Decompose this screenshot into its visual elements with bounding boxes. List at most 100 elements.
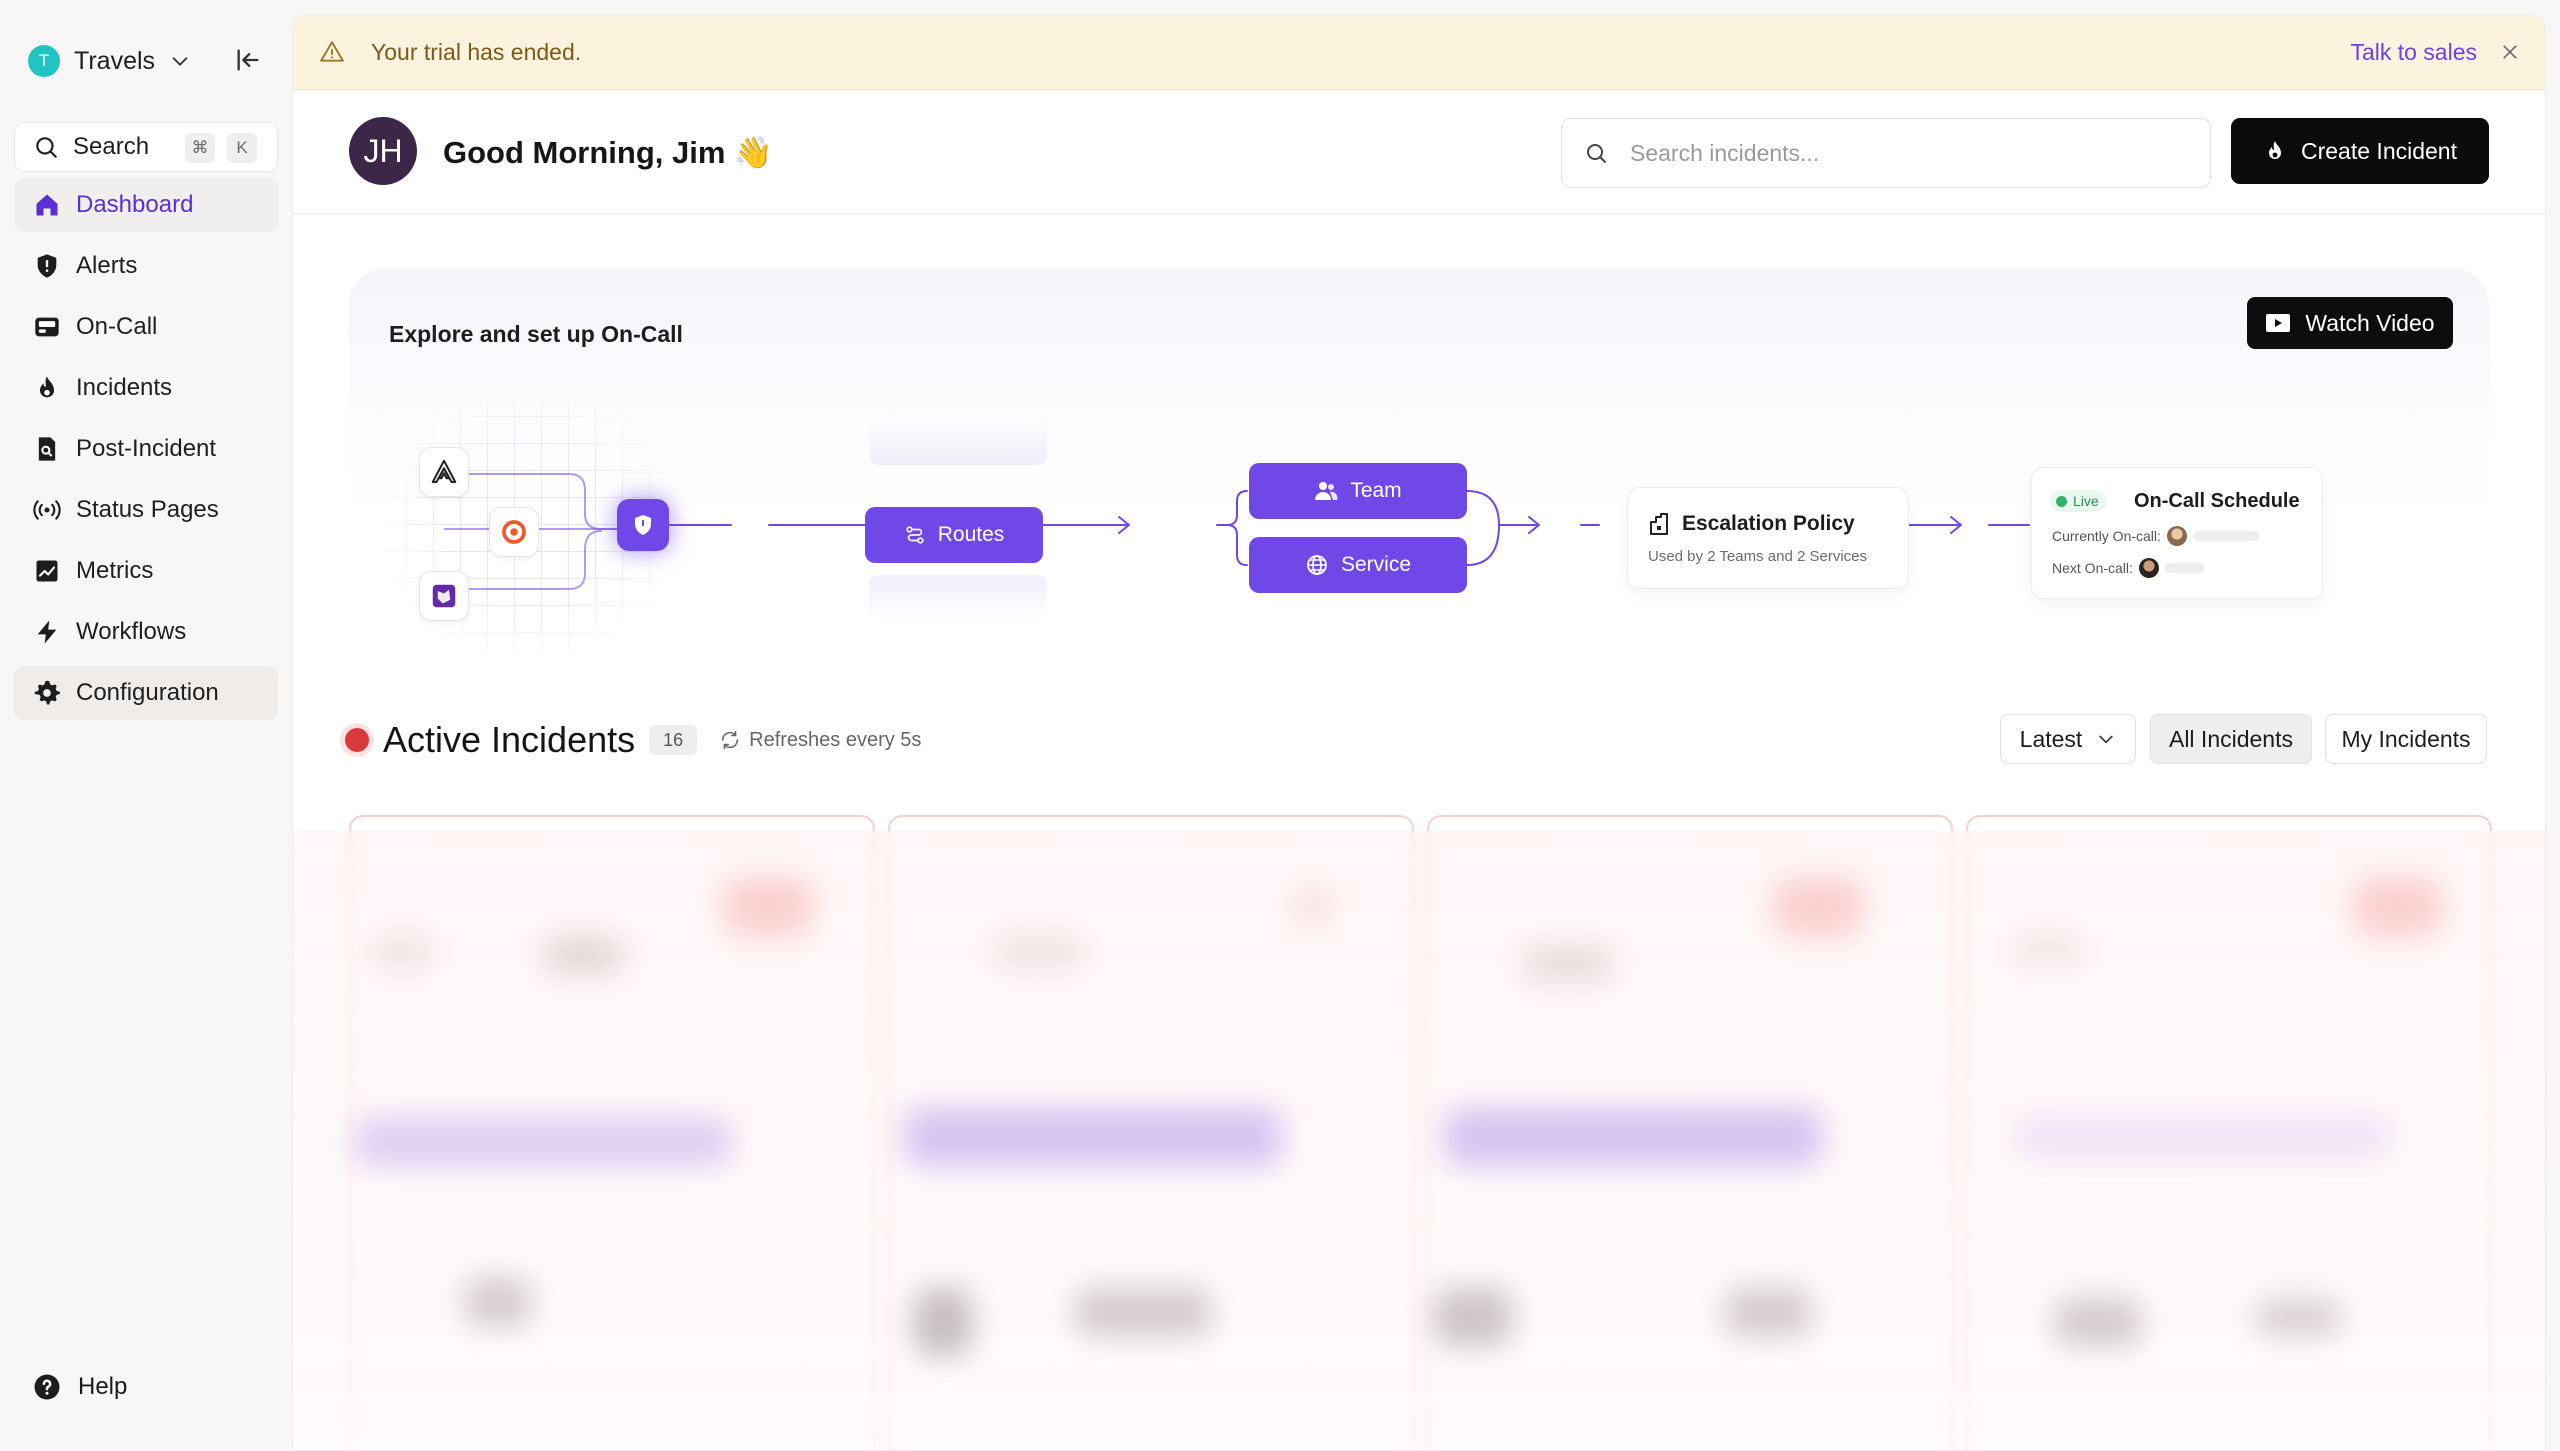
home-icon (32, 190, 62, 220)
sidebar-item-workflows[interactable]: Workflows (14, 605, 278, 659)
talk-to-sales-link[interactable]: Talk to sales (2350, 39, 2477, 66)
routes-ghost-bottom (869, 575, 1047, 621)
live-status-dot-icon (345, 728, 369, 752)
grafana-icon (502, 520, 526, 544)
chevron-down-icon (2099, 735, 2113, 744)
user-avatar[interactable]: JH (349, 117, 417, 185)
create-incident-label: Create Incident (2301, 137, 2457, 164)
flame-icon (32, 373, 62, 403)
team-node[interactable]: Team (1249, 463, 1467, 519)
lightning-icon (32, 617, 62, 647)
active-incidents-header: Active Incidents 16 Refreshes every 5s (345, 715, 921, 765)
datadog-icon (432, 584, 456, 608)
sidebar-item-label: Workflows (76, 618, 187, 645)
shortcut-cmd-key: ⌘ (185, 133, 215, 163)
sidebar-item-dashboard[interactable]: Dashboard (14, 178, 278, 232)
greeting: Good Morning, Jim 👋 (443, 135, 773, 170)
sidebar-item-configuration[interactable]: Configuration (14, 666, 278, 720)
routing-hub (617, 499, 669, 551)
sidebar-item-label: Metrics (76, 557, 154, 584)
live-dot-icon (2056, 495, 2067, 507)
service-node[interactable]: Service (1249, 537, 1467, 593)
sidebar-item-status-pages[interactable]: Status Pages (14, 483, 278, 537)
sidebar-item-label: Alerts (76, 252, 138, 279)
incident-search[interactable] (1561, 118, 2211, 188)
sidebar-search[interactable]: Search ⌘ K (14, 122, 278, 172)
sidebar-item-label: Configuration (76, 679, 219, 706)
filter-mine-label: My Incidents (2341, 725, 2471, 752)
escalation-title: Escalation Policy (1682, 512, 1855, 535)
sidebar-search-label: Search (73, 133, 150, 160)
sidebar-item-alerts[interactable]: Alerts (14, 239, 278, 293)
schedule-title: On-Call Schedule (2134, 490, 2300, 512)
filter-my-incidents[interactable]: My Incidents (2325, 714, 2487, 764)
main-panel: Your trial has ended. Talk to sales JH G… (292, 14, 2546, 1451)
sidebar-item-label: Incidents (76, 374, 173, 401)
refresh-label: Refreshes every 5s (749, 728, 922, 751)
help-link[interactable]: Help (32, 1372, 127, 1402)
gear-icon (32, 678, 62, 708)
live-badge: Live (2050, 490, 2107, 512)
chevron-down-icon (172, 57, 188, 66)
sidebar-item-label: On-Call (76, 313, 158, 340)
integration-source-1 (419, 447, 469, 497)
broadcast-icon (32, 495, 62, 525)
warning-icon (320, 41, 344, 62)
on-call-schedule-card[interactable]: Live On-Call Schedule Currently On-call:… (2031, 467, 2323, 599)
workspace-switcher[interactable]: T Travels (28, 42, 191, 80)
trial-banner: Your trial has ended. Talk to sales (293, 15, 2545, 90)
sidebar-nav: Dashboard Alerts On-Call Incidents Post-… (14, 178, 278, 727)
incident-search-input[interactable] (1628, 138, 2188, 168)
sidebar-item-label: Post-Incident (76, 435, 217, 462)
next-on-call-label: Next On-call: (2052, 560, 2133, 576)
escalation-icon (1650, 513, 1668, 535)
help-label: Help (78, 1373, 128, 1400)
pager-icon (32, 312, 62, 342)
sidebar-item-label: Status Pages (76, 496, 219, 523)
incident-count-badge: 16 (649, 725, 698, 755)
route-icon (906, 526, 924, 544)
routes-ghost-top (869, 419, 1047, 465)
active-incidents-title: Active Incidents (383, 719, 636, 760)
sort-value: Latest (2019, 725, 2083, 752)
placeholder-bar (2164, 563, 2205, 573)
create-incident-button[interactable]: Create Incident (2231, 118, 2489, 184)
routes-node[interactable]: Routes (865, 507, 1043, 563)
placeholder-bar (2192, 531, 2259, 541)
search-icon (1587, 144, 1606, 163)
shield-alert-icon (32, 251, 62, 281)
flame-icon (2269, 141, 2281, 159)
banner-close-button[interactable] (2497, 39, 2523, 65)
sidebar-item-on-call[interactable]: On-Call (14, 300, 278, 354)
shortcut-k-key: K (227, 133, 257, 163)
search-icon (36, 137, 57, 158)
live-label: Live (2073, 493, 2099, 509)
workspace-avatar: T (28, 45, 60, 77)
document-search-icon (32, 434, 62, 464)
sidebar-item-metrics[interactable]: Metrics (14, 544, 278, 598)
refresh-indicator: Refreshes every 5s (719, 729, 921, 752)
collapse-sidebar-button[interactable] (232, 44, 264, 76)
integration-logo-icon (431, 459, 457, 483)
sort-select[interactable]: Latest (2000, 714, 2136, 764)
routes-label: Routes (937, 523, 1005, 546)
close-icon (2503, 45, 2517, 59)
escalation-policy-card[interactable]: Escalation Policy Used by 2 Teams and 2 … (1627, 487, 1909, 589)
incident-cards (293, 801, 2545, 1450)
sidebar-item-label: Dashboard (76, 191, 194, 218)
next-on-call-row: Next On-call: (2052, 558, 2205, 578)
sidebar-item-post-incident[interactable]: Post-Incident (14, 422, 278, 476)
integration-source-2 (489, 507, 539, 557)
collapse-icon (237, 49, 259, 71)
current-on-call-label: Currently On-call: (2052, 528, 2161, 544)
on-call-setup-card: Explore and set up On-Call Watch Video R… (349, 269, 2489, 669)
integration-source-3 (419, 571, 469, 621)
team-icon (1315, 482, 1338, 500)
page-header: JH Good Morning, Jim 👋 Create Incident (293, 90, 2545, 214)
filter-all-incidents[interactable]: All Incidents (2150, 714, 2312, 764)
avatar (2138, 558, 2159, 578)
sidebar-item-incidents[interactable]: Incidents (14, 361, 278, 415)
blur-overlay (293, 831, 2545, 1450)
sidebar: T Travels Search ⌘ K Dashboard Alerts On… (0, 0, 292, 1451)
shield-icon (635, 515, 651, 535)
